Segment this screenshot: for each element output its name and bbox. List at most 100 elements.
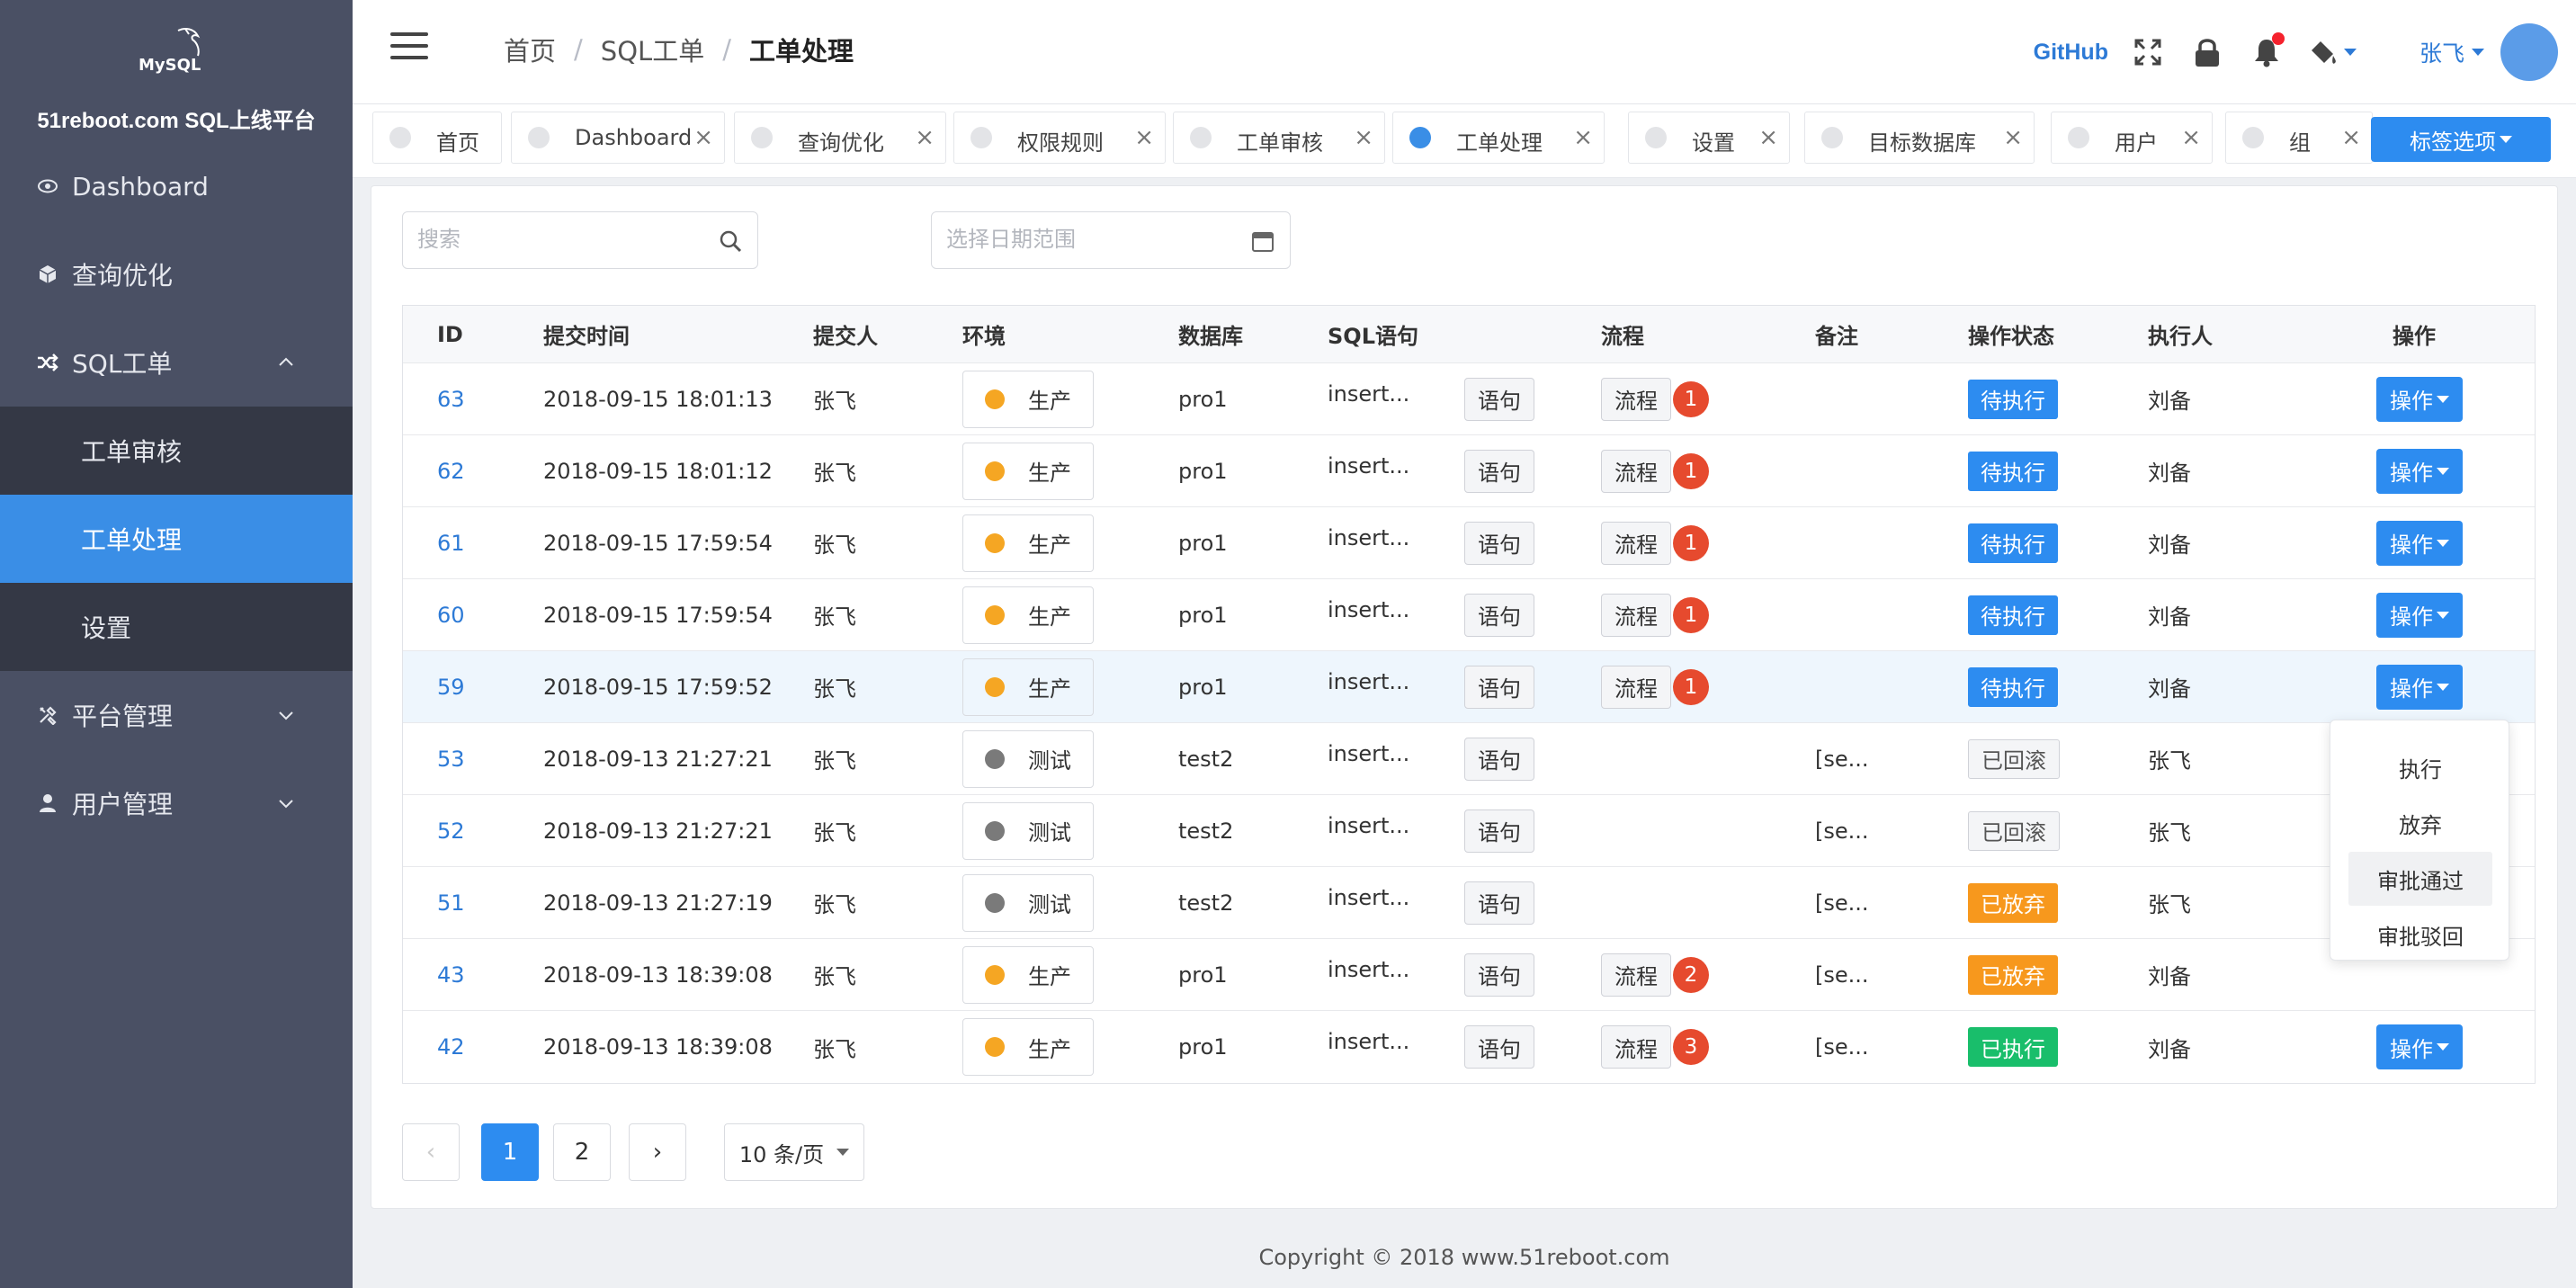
date-range-input[interactable] <box>946 227 1234 252</box>
view-flow-button[interactable]: 流程 <box>1601 593 1671 637</box>
sidebar-item-ticket-review[interactable]: 工单审核 <box>0 407 353 495</box>
tab-users[interactable]: 用户 × <box>2051 112 2213 164</box>
close-icon[interactable]: × <box>1354 124 1373 151</box>
lock-icon[interactable] <box>2189 34 2225 70</box>
tab-settings[interactable]: 设置 × <box>1628 112 1790 164</box>
action-button[interactable]: 操作 <box>2376 664 2463 710</box>
action-button[interactable]: 操作 <box>2376 592 2463 638</box>
view-flow-button[interactable]: 流程 <box>1601 1025 1671 1069</box>
github-link[interactable]: GitHub <box>2034 40 2108 66</box>
close-icon[interactable]: × <box>2003 124 2023 151</box>
close-icon[interactable]: × <box>1134 124 1154 151</box>
ticket-id-link[interactable]: 63 <box>437 363 465 434</box>
breadcrumb-sql-ticket[interactable]: SQL工单 <box>601 31 704 68</box>
tab-dot <box>2068 127 2089 148</box>
env-dot <box>985 820 1005 841</box>
sidebar-item-platform-admin[interactable]: 平台管理 <box>0 671 353 759</box>
view-statement-button[interactable]: 语句 <box>1464 737 1534 781</box>
action-button[interactable]: 操作 <box>2376 448 2463 494</box>
view-statement-button[interactable]: 语句 <box>1464 377 1534 421</box>
ticket-id-link[interactable]: 59 <box>437 651 465 722</box>
ticket-id-link[interactable]: 62 <box>437 435 465 506</box>
env-tag: 生产 <box>962 370 1094 428</box>
tab-groups[interactable]: 组 × <box>2225 112 2373 164</box>
breadcrumb-home[interactable]: 首页 <box>504 31 556 68</box>
status-badge: 已执行 <box>1968 1027 2058 1067</box>
ticket-id-link[interactable]: 52 <box>437 795 465 866</box>
close-icon[interactable]: × <box>1758 124 1778 151</box>
view-statement-button[interactable]: 语句 <box>1464 449 1534 493</box>
search-icon[interactable] <box>718 228 743 254</box>
env-label: 测试 <box>1028 892 1071 917</box>
sidebar-item-settings[interactable]: 设置 <box>0 583 353 671</box>
view-statement-button[interactable]: 语句 <box>1464 1025 1534 1069</box>
avatar[interactable] <box>2500 23 2558 81</box>
tab-target-db[interactable]: 目标数据库 × <box>1804 112 2035 164</box>
view-statement-button[interactable]: 语句 <box>1464 881 1534 925</box>
close-icon[interactable]: × <box>1573 124 1593 151</box>
view-statement-button[interactable]: 语句 <box>1464 665 1534 709</box>
user-menu[interactable]: 张飞 <box>2419 36 2484 68</box>
tab-dot <box>528 127 550 148</box>
tab-home[interactable]: 首页 <box>372 112 502 164</box>
page-size-select[interactable]: 10 条/页 <box>724 1123 864 1181</box>
action-button[interactable]: 操作 <box>2376 1024 2463 1069</box>
view-statement-button[interactable]: 语句 <box>1464 521 1534 565</box>
view-flow-button[interactable]: 流程 <box>1601 377 1671 421</box>
col-env: 环境 <box>962 324 1006 349</box>
sql-preview: insert... <box>1328 669 1410 694</box>
view-flow-button[interactable]: 流程 <box>1601 665 1671 709</box>
chevron-down-icon <box>279 800 293 809</box>
tab-ticket-review[interactable]: 工单审核 × <box>1173 112 1385 164</box>
close-icon[interactable]: × <box>2341 124 2361 151</box>
tab-permission-rules[interactable]: 权限规则 × <box>953 112 1166 164</box>
stmt-cell: 语句 <box>1464 939 1534 1010</box>
ticket-id-link[interactable]: 61 <box>437 507 465 578</box>
sidebar-item-ticket-process[interactable]: 工单处理 <box>0 495 353 583</box>
ticket-id-link[interactable]: 51 <box>437 867 465 938</box>
action-button[interactable]: 操作 <box>2376 520 2463 566</box>
sidebar-item-dashboard[interactable]: Dashboard <box>0 142 353 230</box>
theme-paint-icon[interactable] <box>2308 34 2362 70</box>
page-1-button[interactable]: 1 <box>481 1123 539 1181</box>
page-2-button[interactable]: 2 <box>553 1123 611 1181</box>
sidebar-item-user-admin[interactable]: 用户管理 <box>0 759 353 847</box>
dropdown-item-approve[interactable]: 审批通过 <box>2348 852 2492 906</box>
menu-toggle-icon[interactable] <box>390 32 428 63</box>
prev-page-button[interactable]: ‹ <box>402 1123 460 1181</box>
close-icon[interactable]: × <box>915 124 935 151</box>
bell-icon[interactable] <box>2249 32 2285 70</box>
action-cell: 操作 <box>2376 1011 2463 1083</box>
fullscreen-icon[interactable] <box>2130 34 2166 70</box>
sidebar-item-sql-ticket[interactable]: SQL工单 <box>0 318 353 407</box>
ticket-id-link[interactable]: 60 <box>437 579 465 650</box>
sidebar-item-query-optimize[interactable]: 查询优化 <box>0 230 353 318</box>
tab-dashboard[interactable]: Dashboard × <box>511 112 725 164</box>
view-flow-button[interactable]: 流程 <box>1601 521 1671 565</box>
tab-ticket-process[interactable]: 工单处理 × <box>1392 112 1605 164</box>
view-flow-button[interactable]: 流程 <box>1601 449 1671 493</box>
view-statement-button[interactable]: 语句 <box>1464 953 1534 997</box>
ticket-id-link[interactable]: 53 <box>437 723 465 794</box>
view-flow-button[interactable]: 流程 <box>1601 953 1671 997</box>
dropdown-item-reject[interactable]: 审批驳回 <box>2348 908 2492 962</box>
action-button[interactable]: 操作 <box>2376 376 2463 422</box>
stmt-cell: 语句 <box>1464 579 1534 650</box>
view-statement-button[interactable]: 语句 <box>1464 809 1534 853</box>
tab-options-button[interactable]: 标签选项 <box>2371 117 2551 162</box>
caret-down-icon <box>2500 136 2512 143</box>
view-statement-button[interactable]: 语句 <box>1464 593 1534 637</box>
search-input[interactable] <box>417 227 705 252</box>
env-cell: 生产 <box>962 435 1094 506</box>
ticket-id-link[interactable]: 42 <box>437 1011 465 1083</box>
close-icon[interactable]: × <box>693 124 713 151</box>
flow-cell: 流程 2 <box>1601 939 1709 1010</box>
ticket-id-link[interactable]: 43 <box>437 939 465 1010</box>
tab-query-optimize[interactable]: 查询优化 × <box>734 112 946 164</box>
tab-label: 首页 <box>436 130 479 156</box>
next-page-button[interactable]: › <box>629 1123 686 1181</box>
dropdown-item-abandon[interactable]: 放弃 <box>2348 796 2492 850</box>
close-icon[interactable]: × <box>2181 124 2201 151</box>
dropdown-item-execute[interactable]: 执行 <box>2348 740 2492 794</box>
calendar-icon[interactable] <box>1250 228 1275 254</box>
